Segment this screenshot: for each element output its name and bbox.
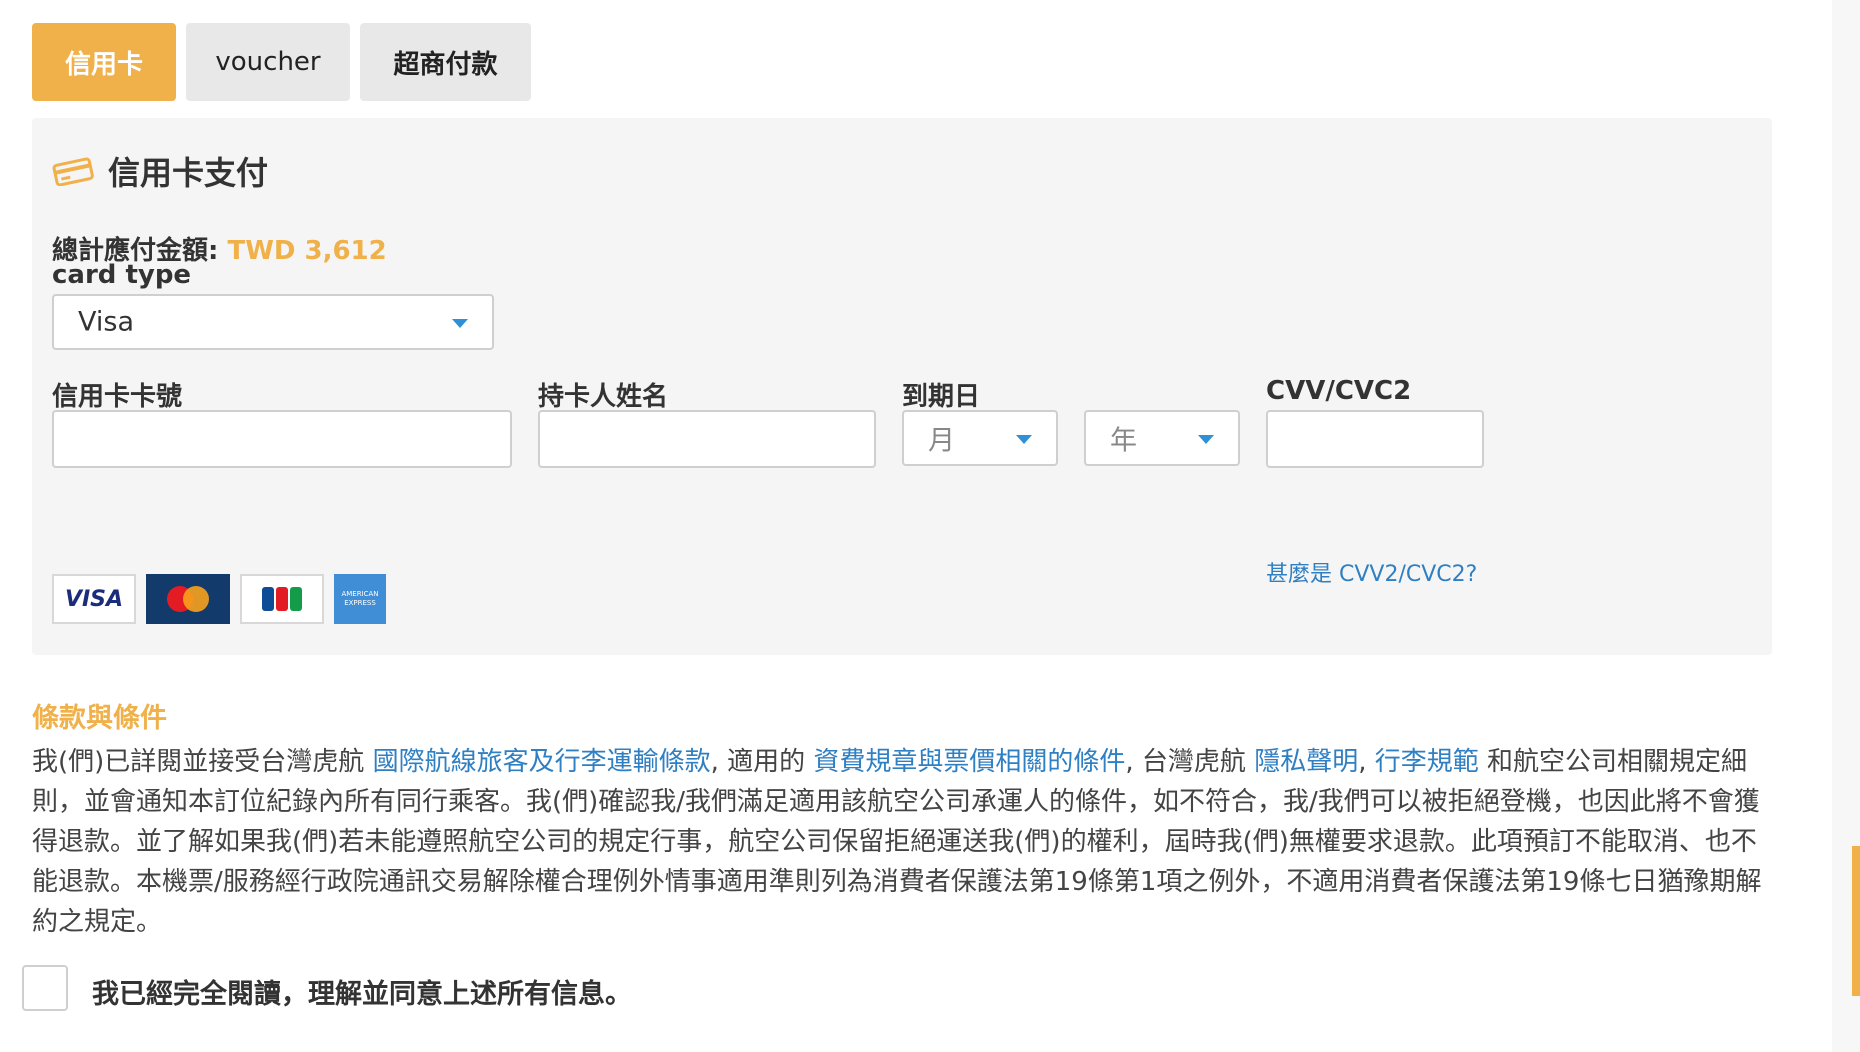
amex-logo-icon: AMERICAN EXPRESS	[334, 574, 386, 624]
holder-name-input[interactable]	[538, 410, 876, 468]
visa-logo-icon: VISA	[52, 574, 136, 624]
cvv-label: CVV/CVC2	[1266, 376, 1412, 406]
panel-title-text: 信用卡支付	[108, 154, 269, 192]
total-amount: TWD 3,612	[227, 236, 387, 266]
terms-title: 條款與條件	[32, 703, 167, 734]
terms-text: , 適用的	[710, 747, 814, 777]
terms-body: 我(們)已詳閱並接受台灣虎航 國際航線旅客及行李運輸條款, 適用的 資費規章與票…	[32, 742, 1782, 942]
chevron-down-icon	[452, 319, 468, 328]
credit-card-panel: 信用卡支付 總計應付金額: TWD 3,612 card type Visa 信…	[32, 118, 1772, 655]
accepted-cards: VISA AMERICAN EXPRESS	[52, 574, 386, 624]
panel-title: 信用卡支付	[52, 148, 268, 194]
agree-checkbox[interactable]	[22, 965, 68, 1011]
fare-rules-link[interactable]: 資費規章與票價相關的條件	[813, 747, 1125, 777]
terms-text: ,	[1358, 747, 1375, 777]
holder-name-label: 持卡人姓名	[538, 382, 669, 412]
card-type-select[interactable]: Visa	[52, 294, 494, 350]
cvv-help-link[interactable]: 甚麼是 CVV2/CVC2?	[1266, 556, 1477, 588]
chevron-down-icon	[1016, 435, 1032, 444]
expiry-label: 到期日	[902, 382, 981, 412]
expiry-year-select[interactable]: 年	[1084, 410, 1240, 466]
jcb-logo-icon	[240, 574, 324, 624]
credit-card-icon	[52, 156, 94, 186]
payment-method-tabs: 信用卡 voucher 超商付款	[32, 23, 531, 101]
terms-text: 我(們)已詳閱並接受台灣虎航	[32, 747, 373, 777]
scrollbar-thumb[interactable]	[1852, 846, 1860, 996]
expiry-year-value: 年	[1110, 425, 1137, 457]
card-number-input[interactable]	[52, 410, 512, 468]
cvv-input[interactable]	[1266, 410, 1484, 468]
card-type-value: Visa	[78, 306, 134, 338]
payment-page: 信用卡 voucher 超商付款 信用卡支付 總計應付金額: TWD 3,612…	[0, 0, 1860, 1052]
card-type-label: card type	[52, 260, 192, 290]
expiry-month-select[interactable]: 月	[902, 410, 1058, 466]
expiry-month-value: 月	[928, 425, 955, 457]
tab-voucher[interactable]: voucher	[186, 23, 350, 101]
card-number-label: 信用卡卡號	[52, 382, 183, 412]
baggage-link[interactable]: 行李規範	[1375, 747, 1479, 777]
mastercard-logo-icon	[146, 574, 230, 624]
chevron-down-icon	[1198, 435, 1214, 444]
privacy-link[interactable]: 隱私聲明	[1254, 747, 1358, 777]
terms-text: , 台灣虎航	[1125, 747, 1255, 777]
tab-credit-card[interactable]: 信用卡	[32, 23, 176, 101]
tab-convenience-store[interactable]: 超商付款	[360, 23, 531, 101]
carriage-terms-link[interactable]: 國際航線旅客及行李運輸條款	[373, 747, 711, 777]
agree-label: 我已經完全閱讀，理解並同意上述所有信息。	[92, 979, 632, 1010]
